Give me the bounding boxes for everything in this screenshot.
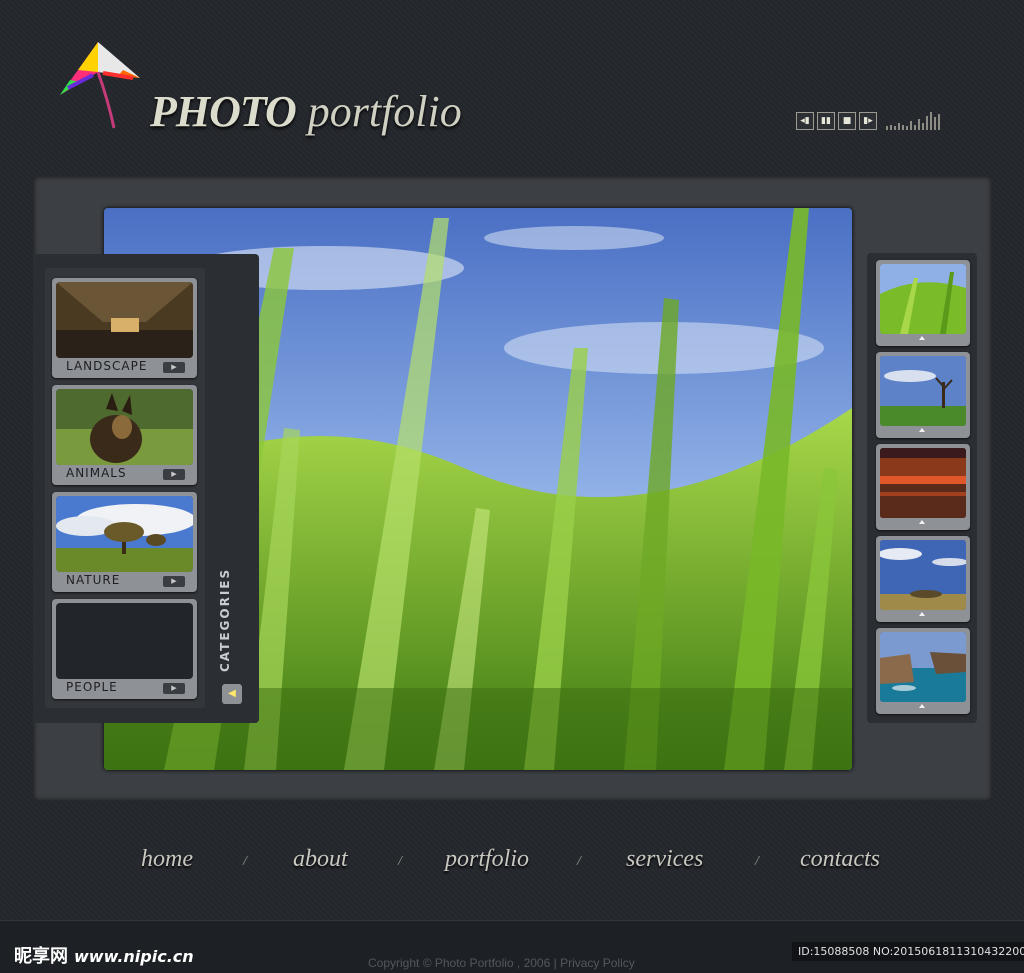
category-nature[interactable]: NATURE ▶ [52, 492, 197, 592]
nav-separator: / [243, 854, 247, 869]
thumbnail-wheat[interactable] [876, 260, 970, 346]
arrow-up-icon [919, 704, 925, 708]
equalizer-bar [886, 126, 888, 130]
categories-title: CATEGORIES [218, 567, 232, 672]
thumbnail-plain[interactable] [876, 536, 970, 622]
equalizer-bar [938, 114, 940, 130]
category-label: NATURE [66, 573, 121, 587]
category-label: LANDSCAPE [66, 359, 148, 373]
nav-portfolio[interactable]: portfolio [445, 846, 529, 873]
nav-separator: / [577, 854, 581, 869]
site-logo[interactable]: PHOTO portfolio [150, 86, 462, 137]
arrow-right-icon[interactable]: ▶ [163, 576, 185, 587]
equalizer-bar [922, 123, 924, 130]
equalizer-bar [930, 112, 932, 130]
equalizer-bar [914, 125, 916, 130]
watermark-url: www.nipic.cn [74, 947, 194, 966]
equalizer-bar [890, 125, 892, 130]
equalizer-bar [906, 126, 908, 130]
arrow-left-icon: ◀ [228, 688, 236, 699]
logo-light-text: portfolio [307, 87, 462, 136]
category-landscape[interactable]: LANDSCAPE ▶ [52, 278, 197, 378]
watermark-id: ID:15088508 NO:20150618113104322000 [792, 942, 1024, 961]
nav-separator: / [755, 854, 759, 869]
arrow-right-icon[interactable]: ▶ [163, 683, 185, 694]
logo-bold-text: PHOTO [150, 87, 297, 136]
nav-about[interactable]: about [293, 846, 348, 873]
category-label: ANIMALS [66, 466, 127, 480]
category-label: PEOPLE [66, 680, 118, 694]
equalizer-bar [934, 117, 936, 130]
category-animals[interactable]: ANIMALS ▶ [52, 385, 197, 485]
copyright-text: Copyright © Photo Portfolio , 2006 | Pri… [368, 956, 635, 970]
stop-icon: ■ [842, 116, 852, 126]
animals-thumbnail [56, 389, 193, 465]
thumbnail-tree-field[interactable] [876, 352, 970, 438]
watermark-site: 昵享网 [14, 946, 68, 967]
previous-button[interactable]: ◂▮ [796, 112, 814, 130]
nav-services[interactable]: services [626, 846, 703, 873]
thumbnail-coast[interactable] [876, 628, 970, 714]
equalizer-bar [898, 123, 900, 130]
equalizer-icon [886, 112, 940, 130]
main-navigation: home / about / portfolio / services / co… [0, 846, 1024, 886]
thumbnail-sunset[interactable] [876, 444, 970, 530]
equalizer-bar [910, 121, 912, 130]
arrow-up-icon [919, 428, 925, 432]
stop-button[interactable]: ■ [838, 112, 856, 130]
arrow-up-icon [919, 336, 925, 340]
arrow-up-icon [919, 520, 925, 524]
kite-logo-icon [60, 42, 140, 129]
pause-icon: ▮▮ [821, 116, 831, 126]
equalizer-bar [918, 119, 920, 130]
equalizer-bar [902, 125, 904, 130]
next-button[interactable]: ▮▸ [859, 112, 877, 130]
equalizer-bar [926, 116, 928, 130]
arrow-up-icon [919, 612, 925, 616]
nature-thumbnail [56, 496, 193, 572]
next-icon: ▮▸ [863, 116, 873, 126]
equalizer-bar [894, 126, 896, 130]
nav-home[interactable]: home [141, 846, 193, 873]
landscape-thumbnail [56, 282, 193, 358]
music-player: ◂▮ ▮▮ ■ ▮▸ [796, 112, 940, 130]
people-thumbnail [56, 603, 193, 679]
arrow-right-icon[interactable]: ▶ [163, 469, 185, 480]
collapse-categories-button[interactable]: ◀ [222, 684, 242, 704]
arrow-right-icon[interactable]: ▶ [163, 362, 185, 373]
nav-contacts[interactable]: contacts [800, 846, 880, 873]
previous-icon: ◂▮ [800, 116, 810, 126]
nav-separator: / [398, 854, 402, 869]
pause-button[interactable]: ▮▮ [817, 112, 835, 130]
category-people[interactable]: PEOPLE ▶ [52, 599, 197, 699]
watermark-logo: 昵享网 www.nipic.cn [14, 942, 194, 968]
